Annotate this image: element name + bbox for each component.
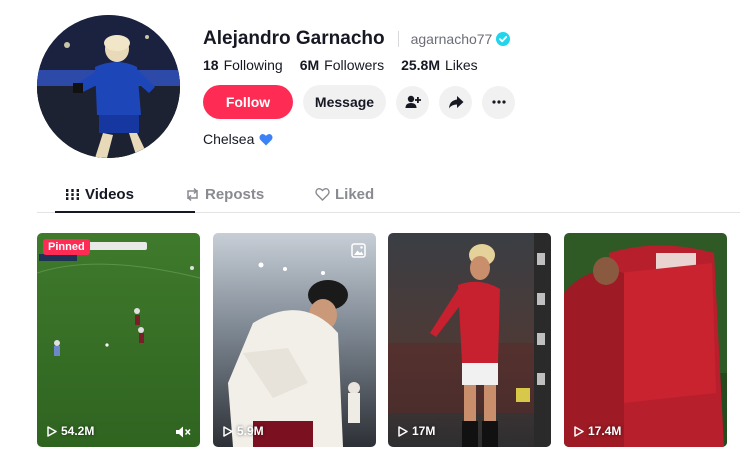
video-thumbnail xyxy=(388,233,551,447)
mute-icon[interactable] xyxy=(175,425,191,439)
more-options-button[interactable] xyxy=(482,85,515,119)
profile-name-row: Alejandro Garnacho agarnacho77 xyxy=(203,28,511,50)
name-divider xyxy=(397,31,399,47)
play-icon xyxy=(398,425,408,437)
display-name: Alejandro Garnacho xyxy=(203,28,385,49)
follow-button[interactable]: Follow xyxy=(203,85,293,119)
view-count: 17M xyxy=(398,424,435,438)
tab-videos-label: Videos xyxy=(85,186,134,203)
profile-stats: 18 Following 6M Followers 25.8M Likes xyxy=(203,57,495,73)
view-count: 17.4M xyxy=(574,424,621,438)
video-thumbnail xyxy=(564,233,727,447)
share-button[interactable] xyxy=(439,85,472,119)
play-icon xyxy=(223,425,233,437)
likes-count: 25.8M xyxy=(401,57,440,73)
tab-videos[interactable]: Videos xyxy=(65,186,134,203)
message-button[interactable]: Message xyxy=(303,85,386,119)
view-count-text: 17M xyxy=(412,424,436,438)
view-count: 54.2M xyxy=(47,424,94,438)
play-icon xyxy=(47,425,57,437)
username: agarnacho77 xyxy=(410,31,493,47)
active-tab-indicator xyxy=(55,211,195,213)
profile-avatar[interactable] xyxy=(37,15,180,158)
play-icon xyxy=(574,425,584,437)
video-thumbnail xyxy=(37,233,200,447)
view-count-text: 5.9M xyxy=(237,424,264,438)
repost-icon xyxy=(187,187,198,202)
video-thumbnail xyxy=(213,233,376,447)
view-count-text: 17.4M xyxy=(588,424,622,438)
tab-reposts-label: Reposts xyxy=(205,186,265,203)
tab-reposts[interactable]: Reposts xyxy=(185,186,264,203)
followers-stat[interactable]: 6M Followers xyxy=(300,57,384,73)
share-icon xyxy=(448,96,463,109)
profile-bio: Chelsea xyxy=(203,131,273,147)
video-card[interactable]: 17.4M xyxy=(564,233,727,447)
video-card[interactable]: 5.9M xyxy=(213,233,376,447)
avatar-image xyxy=(37,15,180,158)
bio-text: Chelsea xyxy=(203,131,255,147)
photo-post-icon xyxy=(351,243,366,258)
add-user-icon xyxy=(405,95,421,108)
blue-heart-icon xyxy=(259,133,273,145)
following-stat[interactable]: 18 Following xyxy=(203,57,283,73)
more-icon xyxy=(491,100,506,104)
profile-actions: Follow Message xyxy=(203,85,525,119)
grid-icon xyxy=(65,189,80,200)
view-count: 5.9M xyxy=(223,424,264,438)
likes-stat: 25.8M Likes xyxy=(401,57,478,73)
video-card[interactable]: Pinned 54.2M xyxy=(37,233,200,447)
profile-tabs: Videos Reposts Liked xyxy=(37,183,740,213)
liked-heart-icon xyxy=(315,188,330,201)
verified-badge-icon xyxy=(496,32,511,46)
followers-label: Followers xyxy=(324,57,385,73)
add-friend-button[interactable] xyxy=(396,85,429,119)
pinned-badge: Pinned xyxy=(43,239,90,255)
likes-label: Likes xyxy=(445,57,478,73)
video-card[interactable]: 17M xyxy=(388,233,551,447)
view-count-text: 54.2M xyxy=(61,424,95,438)
tab-liked-label: Liked xyxy=(335,186,375,203)
following-label: Following xyxy=(223,57,283,73)
tab-liked[interactable]: Liked xyxy=(315,186,374,203)
following-count: 18 xyxy=(203,57,219,73)
followers-count: 6M xyxy=(299,57,320,73)
